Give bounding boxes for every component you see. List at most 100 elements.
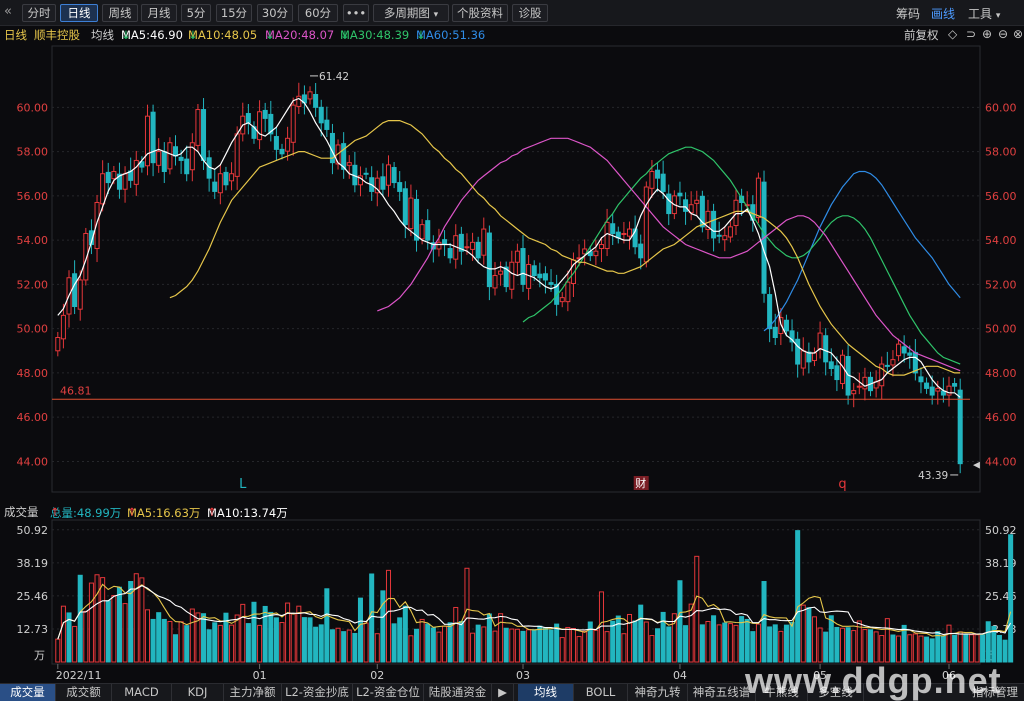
tab-60min[interactable]: 60分 <box>298 4 338 22</box>
undo-icon[interactable]: ⊃ <box>966 27 976 41</box>
candle-body <box>245 113 251 124</box>
volume-bar <box>823 631 829 663</box>
tab-l2-position[interactable]: L2-资金仓位 <box>353 684 424 701</box>
volume-bar <box>924 636 930 663</box>
chips-button[interactable]: 筹码 <box>896 5 920 22</box>
candle-body <box>486 232 492 288</box>
candle-body <box>716 234 722 237</box>
candle-body <box>542 273 548 281</box>
volume-bar <box>520 630 526 663</box>
scroll-right-icon[interactable]: ▶ <box>492 684 514 701</box>
draw-line-button[interactable]: 画线 <box>931 5 955 22</box>
volume-bar <box>542 627 548 663</box>
tab-boll[interactable]: BOLL <box>574 684 628 701</box>
more-button[interactable]: ••• <box>343 4 369 22</box>
candle-body <box>201 109 207 161</box>
price-tick-label: 50.00 <box>17 323 49 336</box>
tab-intraday[interactable]: 分时 <box>22 4 56 22</box>
candle-body <box>475 241 481 259</box>
volume-chart[interactable]: 50.92 50.9238.19 38.1925.46 25.4612.73 12.73… <box>0 519 1024 683</box>
candle-body <box>100 173 106 205</box>
volume-bar <box>767 626 773 663</box>
finance-marker: 财 <box>635 476 646 490</box>
tab-main-net[interactable]: 主力净额 <box>224 684 282 701</box>
volume-bar <box>638 604 644 663</box>
candle-body <box>711 210 717 239</box>
price-tick-label: 52.00 <box>985 278 1017 291</box>
candle-body <box>324 119 330 130</box>
candle-body <box>946 385 952 396</box>
volume-bar <box>346 629 352 663</box>
zoom-in-icon[interactable]: ⊕ <box>982 27 992 41</box>
tab-magic-nine[interactable]: 神奇九转 <box>628 684 688 701</box>
volume-bar <box>755 623 761 663</box>
volume-bar <box>582 630 588 663</box>
diagnose-button[interactable]: 诊股 <box>512 4 548 22</box>
stock-profile-button[interactable]: 个股资料 <box>452 4 508 22</box>
back-icon[interactable]: « <box>4 4 12 19</box>
volume-bar <box>397 617 403 663</box>
volume-bar <box>974 634 980 663</box>
ma10-line <box>169 119 961 376</box>
tab-northbound[interactable]: 陆股通资金 <box>424 684 492 701</box>
volume-label: 成交量 <box>4 505 39 519</box>
price-tick-label: 48.00 <box>985 367 1017 380</box>
volume-bar <box>963 634 969 663</box>
candle-body <box>862 376 868 390</box>
ma60-text: MA60:51.36 <box>416 28 486 42</box>
tab-macd[interactable]: MACD <box>112 684 172 701</box>
date-label: 2022/11 <box>56 669 102 682</box>
candle-body <box>397 182 403 192</box>
volume-bar <box>83 610 89 663</box>
volume-bar <box>800 604 806 663</box>
candle-body <box>952 383 958 387</box>
close-icon[interactable]: ⊗ <box>1013 27 1023 41</box>
tab-kdj[interactable]: KDJ <box>172 684 224 701</box>
tab-15min[interactable]: 15分 <box>216 4 252 22</box>
volume-bar <box>498 613 504 663</box>
tab-daily[interactable]: 日线 <box>60 4 98 22</box>
volume-bar <box>234 614 240 663</box>
volume-bar <box>481 626 487 663</box>
zoom-out-icon[interactable]: ⊖ <box>998 27 1008 41</box>
tab-monthly[interactable]: 月线 <box>141 4 177 22</box>
volume-bar <box>907 634 913 663</box>
price-tick-label: 56.00 <box>985 190 1017 203</box>
tab-weekly[interactable]: 周线 <box>102 4 138 22</box>
down-arrow-icon: ↓ <box>340 28 350 42</box>
ma-label[interactable]: 均线 <box>91 27 114 43</box>
price-tick-label: 48.00 <box>17 367 49 380</box>
volume-bar <box>240 603 246 663</box>
tab-ma[interactable]: 均线 <box>518 684 574 701</box>
volume-bar <box>72 625 78 663</box>
volume-bar <box>761 581 767 663</box>
candle-body <box>548 282 554 285</box>
volume-bar <box>273 617 279 663</box>
volume-bar <box>593 629 599 663</box>
volume-bar <box>722 622 728 663</box>
tools-menu[interactable]: 工具 ▾ <box>968 5 1000 22</box>
volume-bar <box>946 624 952 663</box>
candle-body <box>811 352 817 362</box>
volume-bar <box>1002 639 1008 663</box>
main-frame <box>51 45 981 493</box>
candlestick-chart[interactable]: 60.00 60.00 58.00 58.00 56.00 56.00 54.00 54.00… <box>0 44 1024 500</box>
period-label: 日线 <box>4 28 27 42</box>
volume-bar <box>251 601 257 663</box>
candle-body <box>318 106 324 124</box>
tab-l2-bottom[interactable]: L2-资金抄底 <box>282 684 353 701</box>
tab-5min[interactable]: 5分 <box>181 4 211 22</box>
volume-bar <box>442 625 448 663</box>
candle-body <box>626 228 633 237</box>
volume-bar <box>262 605 268 663</box>
tab-turnover[interactable]: 成交额 <box>56 684 112 701</box>
tab-volume[interactable]: 成交量 <box>0 684 56 701</box>
volume-bar <box>307 617 313 663</box>
settings-icon[interactable]: ◇ <box>948 27 957 41</box>
volume-bar <box>862 629 868 663</box>
volume-bar <box>380 590 386 663</box>
tab-30min[interactable]: 30分 <box>257 4 293 22</box>
volume-bar <box>980 634 986 663</box>
price-adjust-dropdown[interactable]: 前复权 <box>904 27 939 43</box>
multi-period-dropdown[interactable]: 多周期图 ▾ <box>373 4 449 22</box>
